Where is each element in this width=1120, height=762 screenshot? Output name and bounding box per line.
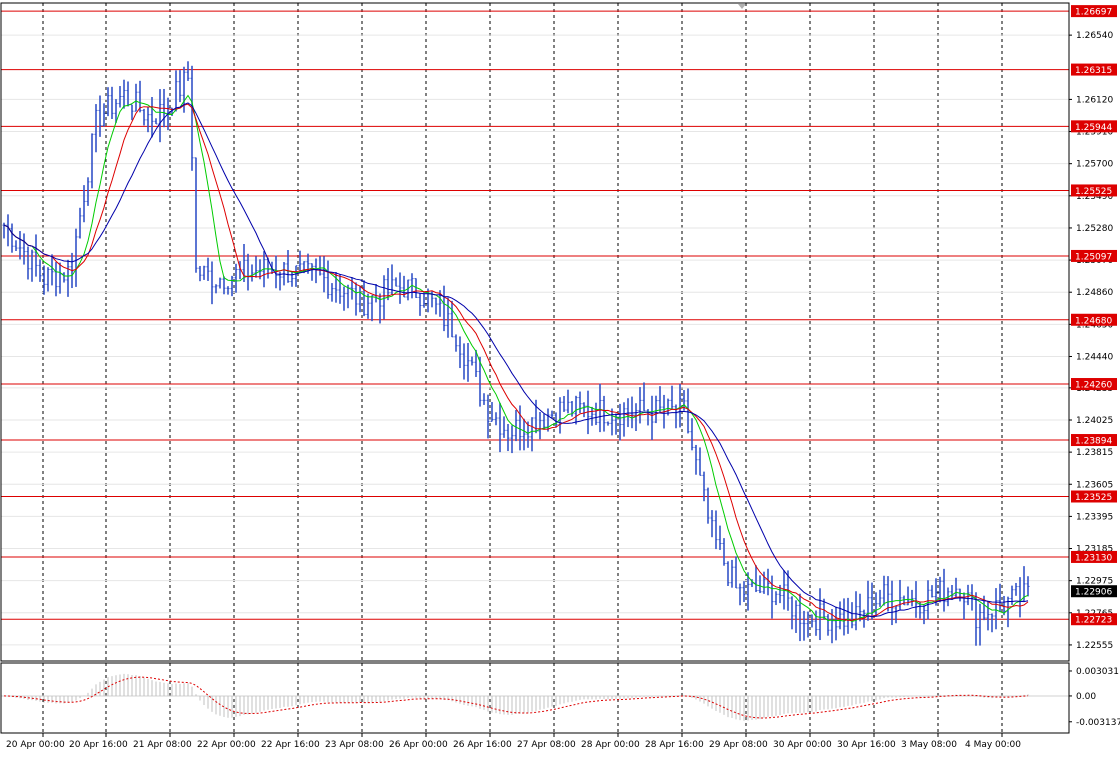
- y-tick-label: 1.22555: [1076, 641, 1113, 651]
- chart[interactable]: 1.26540 1.26120 1.25910 1.25700 1.25490 1.252…: [0, 0, 1120, 758]
- x-tick-label: 3 May 08:00: [901, 740, 957, 750]
- y-tick-label: 1.22975: [1076, 577, 1113, 587]
- price-chart-svg[interactable]: 1.265401.261201.259101.257001.254901.252…: [0, 0, 1120, 758]
- level-price-tag-text: 1.23525: [1075, 493, 1112, 503]
- level-price-tag-text: 1.23894: [1075, 437, 1112, 447]
- x-tick-label: 30 Apr 16:00: [837, 740, 896, 750]
- x-tick-label: 21 Apr 08:00: [133, 740, 192, 750]
- x-tick-label: 26 Apr 00:00: [389, 740, 448, 750]
- level-price-tag-text: 1.25944: [1075, 123, 1112, 133]
- x-tick-label: 20 Apr 00:00: [6, 740, 65, 750]
- x-tick-label: 29 Apr 08:00: [709, 740, 768, 750]
- level-price-tag-text: 1.23130: [1075, 553, 1112, 563]
- y-tick-label: 1.25280: [1076, 224, 1113, 234]
- level-price-tag-text: 1.25097: [1075, 252, 1112, 262]
- current-price-tag-text: 1.22906: [1075, 588, 1112, 598]
- y-tick-label: 1.23395: [1076, 512, 1113, 522]
- x-tick-label: 28 Apr 16:00: [645, 740, 704, 750]
- level-price-tag-text: 1.26315: [1075, 66, 1112, 76]
- osc-y-tick-label: 0.00: [1076, 692, 1096, 702]
- y-tick-label: 1.24860: [1076, 288, 1113, 298]
- x-tick-label: 26 Apr 16:00: [453, 740, 512, 750]
- level-price-tag-text: 1.24680: [1075, 316, 1112, 326]
- y-tick-label: 1.26120: [1076, 95, 1113, 105]
- x-tick-label: 27 Apr 08:00: [517, 740, 576, 750]
- y-tick-label: 1.23815: [1076, 448, 1113, 458]
- x-tick-label: 4 May 00:00: [965, 740, 1021, 750]
- x-tick-label: 22 Apr 00:00: [197, 740, 256, 750]
- level-price-tag-text: 1.24260: [1075, 381, 1112, 391]
- osc-y-tick-label: 0.003031: [1076, 667, 1119, 677]
- level-price-tag-text: 1.25525: [1075, 187, 1112, 197]
- y-tick-label: 1.24440: [1076, 352, 1113, 362]
- x-tick-label: 23 Apr 08:00: [325, 740, 384, 750]
- osc-y-tick-label: -0.003137: [1076, 718, 1120, 728]
- y-tick-label: 1.23605: [1076, 480, 1113, 490]
- x-tick-label: 30 Apr 00:00: [773, 740, 832, 750]
- x-tick-label: 22 Apr 16:00: [261, 740, 320, 750]
- y-tick-label: 1.26540: [1076, 31, 1113, 41]
- y-tick-label: 1.25700: [1076, 160, 1113, 170]
- x-tick-label: 28 Apr 00:00: [581, 740, 640, 750]
- x-tick-label: 20 Apr 16:00: [69, 740, 128, 750]
- level-price-tag-text: 1.22723: [1075, 616, 1112, 626]
- y-tick-label: 1.24025: [1076, 416, 1113, 426]
- level-price-tag-text: 1.26697: [1075, 8, 1112, 18]
